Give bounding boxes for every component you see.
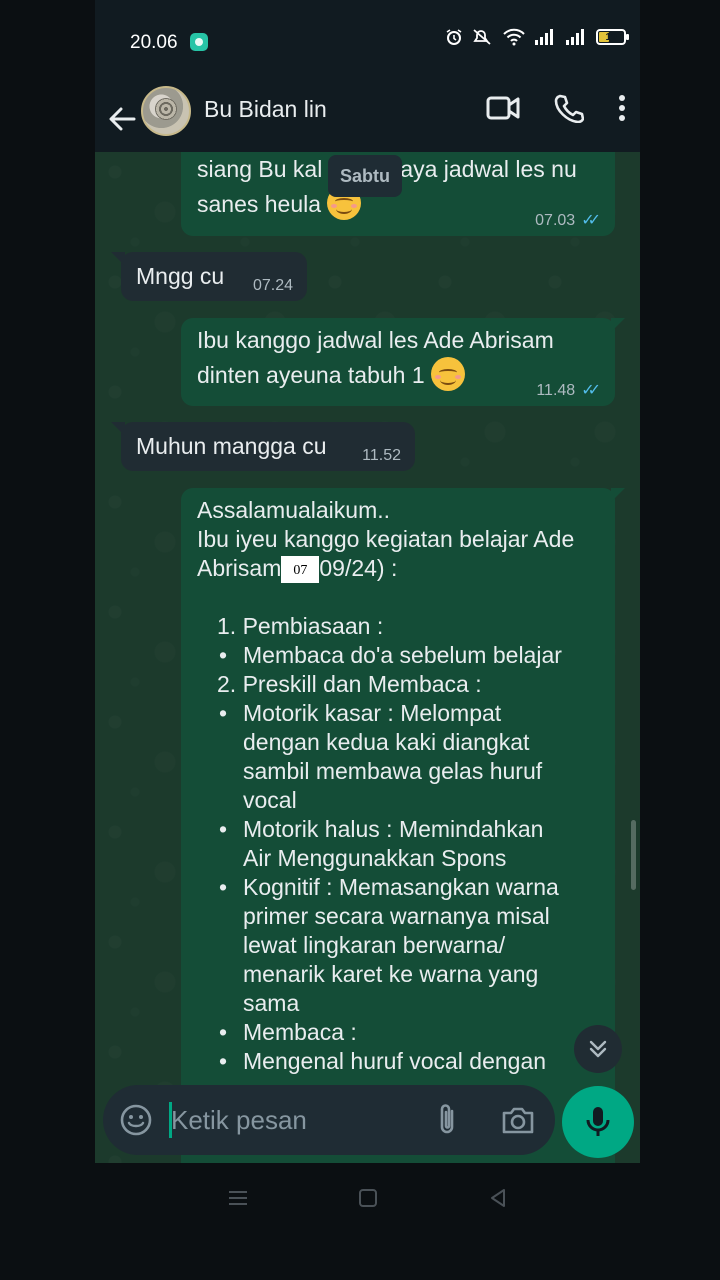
message-text: dinten ayeuna tabuh 1 (197, 356, 466, 393)
nav-back-button[interactable] (483, 1183, 513, 1213)
message-bubble-outgoing[interactable]: Assalamualaikum.. Ibu iyeu kanggo kegiat… (181, 488, 625, 1163)
home-button[interactable] (353, 1183, 383, 1213)
list-item-continued: Air Menggunakkan Spons (243, 845, 507, 871)
date-fragment-box: 07 (281, 556, 320, 584)
battery-level: 19 (605, 31, 617, 43)
list-item: • Kognitif : Memasangkan warna (219, 874, 559, 900)
list-item: 1. Pembiasaan : (217, 613, 384, 639)
message-line: Assalamualaikum.. (197, 497, 391, 523)
scroll-down-button[interactable] (574, 1025, 622, 1073)
contact-name[interactable]: Bu Bidan lin (204, 96, 327, 123)
voice-call-button[interactable] (554, 93, 585, 128)
back-button[interactable] (105, 96, 139, 142)
message-bubble-incoming[interactable]: Muhun mangga cu 11.52 (111, 422, 415, 471)
video-call-button[interactable] (486, 95, 520, 126)
more-options-icon (619, 94, 625, 121)
list-item-continued: vocal (243, 787, 297, 813)
header-actions (486, 90, 626, 130)
message-input-bar (103, 1085, 555, 1155)
message-time: 11.52 (362, 447, 401, 464)
date-chip: Sabtu (328, 155, 403, 197)
message-text: Mngg cu (136, 263, 225, 289)
message-input[interactable] (169, 1099, 409, 1141)
contact-avatar[interactable] (141, 86, 191, 136)
list-item: • Membaca do'a sebelum belajar (219, 642, 562, 668)
phone-frame: 20.06 19 Bu Bidan lin siang Bu kal aya j… (0, 0, 720, 1280)
wifi-icon (503, 28, 525, 46)
system-nav-bar (95, 1163, 640, 1233)
menu-lines-icon (229, 1191, 247, 1205)
voice-record-button[interactable] (562, 1086, 634, 1158)
smiling-face-emoji-icon (431, 356, 466, 391)
signal-icon-2 (566, 29, 584, 45)
chat-header: Bu Bidan lin (95, 86, 640, 152)
message-meta: 07.03 ✓✓ (535, 212, 601, 230)
emoji-button[interactable] (119, 1103, 153, 1137)
list-item: • Motorik halus : Memindahkan (219, 816, 544, 842)
mic-icon (586, 1107, 610, 1136)
status-icons: 19 (445, 28, 629, 46)
list-item-continued: menarik karet ke warna yang (243, 961, 539, 987)
camera-button[interactable] (499, 1102, 537, 1138)
message-meta: 11.48 ✓✓ (536, 382, 601, 400)
battery-icon: 19 (596, 29, 629, 45)
signal-icon (535, 29, 553, 45)
list-item-continued: sambil membawa gelas huruf (243, 758, 543, 784)
attach-button[interactable] (431, 1102, 465, 1138)
message-line: Abrisam 07 09/24) : (197, 554, 605, 584)
message-bubble-outgoing[interactable]: Ibu kanggo jadwal les Ade Abrisam dinten… (181, 318, 625, 406)
scroll-down-icon (589, 1040, 607, 1058)
chat-area[interactable]: siang Bu kal aya jadwal les nu sanes heul… (95, 152, 640, 1163)
phone-call-icon (554, 94, 585, 123)
list-item: • Motorik kasar : Melompat (219, 700, 502, 726)
status-time: 20.06 (130, 32, 178, 53)
back-arrow-icon (109, 107, 136, 131)
status-bar: 20.06 19 (95, 0, 640, 86)
read-ticks-icon: ✓✓ (581, 382, 601, 399)
recent-apps-button[interactable] (223, 1183, 253, 1213)
camera-icon (502, 1107, 534, 1134)
home-square-icon (359, 1189, 377, 1207)
message-time: 07.24 (252, 277, 293, 294)
message-time: 07.03 (535, 212, 576, 229)
emoji-icon (120, 1104, 152, 1136)
more-options-button[interactable] (618, 94, 626, 127)
list-item-continued: primer secara warnanya misal (243, 903, 550, 929)
video-call-icon (486, 96, 520, 119)
message-bubble-incoming[interactable]: Mngg cu 07.24 (111, 252, 307, 301)
list-item: 2. Preskill dan Membaca : (217, 671, 482, 697)
mute-icon (473, 29, 491, 45)
list-item: • Membaca : (219, 1019, 357, 1045)
list-item-continued: lewat lingkaran berwarna/ (243, 932, 506, 958)
notification-app-icon (190, 33, 208, 51)
message-time: 11.48 (536, 382, 576, 399)
attach-icon (440, 1104, 454, 1134)
message-text: Muhun mangga cu (136, 433, 327, 459)
list-item-continued: sama (243, 990, 300, 1016)
message-line: Ibu iyeu kanggo kegiatan belajar Ade (197, 526, 575, 552)
scrollbar[interactable] (631, 820, 636, 890)
list-item-continued: dengan kedua kaki diangkat (243, 729, 530, 755)
nav-back-triangle-icon (491, 1189, 505, 1207)
list-item: • Mengenal huruf vocal dengan (219, 1048, 547, 1074)
alarm-icon (446, 29, 462, 45)
read-ticks-icon: ✓✓ (581, 212, 601, 229)
message-text: Ibu kanggo jadwal les Ade Abrisam (197, 327, 554, 353)
